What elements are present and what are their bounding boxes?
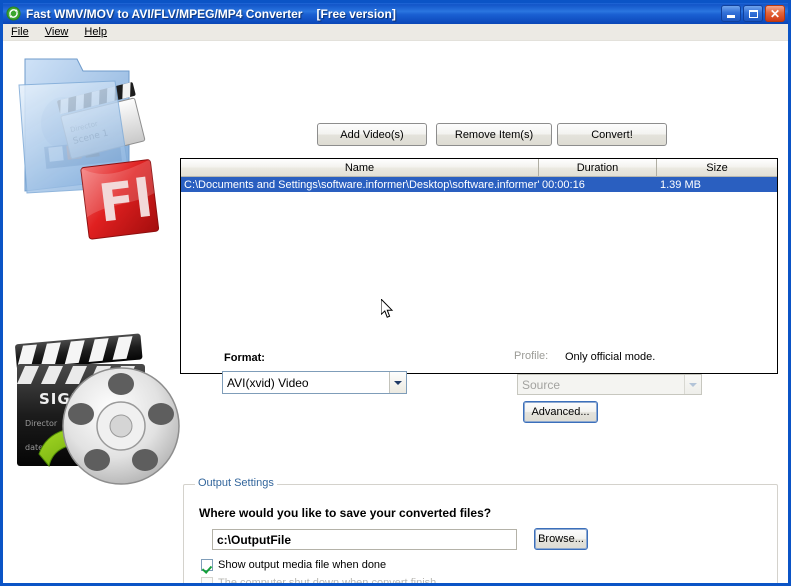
file-list-header: Name Duration Size [181, 159, 777, 177]
video-folder-flash-icon: Director Scene 1 Fl [11, 51, 171, 241]
file-list[interactable]: Name Duration Size C:\Documents and Sett… [180, 158, 778, 374]
checkbox-shutdown [201, 577, 213, 583]
client-area: Director Scene 1 Fl [3, 41, 788, 583]
close-icon: ✕ [769, 6, 781, 21]
cell-duration: 00:00:16 [542, 178, 585, 191]
maximize-button[interactable] [743, 5, 763, 22]
window-title-suffix: [Free version] [316, 6, 396, 21]
profile-select-value: Source [522, 377, 561, 392]
chevron-down-icon-profile[interactable] [684, 375, 701, 394]
checkbox-show-output-label: Show output media file when done [218, 559, 387, 571]
checkbox-shutdown-label: The computer shut down when convert fini… [218, 577, 437, 586]
close-button[interactable]: ✕ [765, 5, 785, 22]
menu-item-help[interactable]: Help [76, 25, 115, 39]
profile-note: Only official mode. [565, 351, 656, 363]
format-select[interactable]: AVI(xvid) Video [222, 371, 407, 394]
maximize-icon [748, 9, 758, 18]
menu-item-file-label: File [11, 26, 29, 38]
minimize-button[interactable] [721, 5, 741, 22]
profile-select[interactable]: Source [517, 374, 702, 395]
cell-size: 1.39 MB [660, 178, 701, 191]
output-question-label: Where would you like to save your conver… [199, 506, 492, 520]
window-controls: ✕ [721, 5, 788, 22]
window-title: Fast WMV/MOV to AVI/FLV/MPEG/MP4 Convert… [26, 6, 303, 21]
format-select-value: AVI(xvid) Video [227, 375, 309, 390]
menu-item-file[interactable]: File [3, 25, 37, 39]
menu-item-view-label: View [44, 26, 69, 38]
application-window: Fast WMV/MOV to AVI/FLV/MPEG/MP4 Convert… [0, 0, 791, 586]
show-output-checkbox-row[interactable]: Show output media file when done [201, 559, 386, 571]
menu-bar: File View Help [3, 24, 788, 41]
menu-item-help-label: Help [84, 26, 108, 38]
cell-name: C:\Documents and Settings\software.infor… [184, 178, 539, 191]
remove-items-button[interactable]: Remove Item(s) [436, 123, 552, 146]
browse-button[interactable]: Browse... [534, 528, 588, 550]
advanced-button[interactable]: Advanced... [523, 401, 598, 423]
profile-label: Profile: [514, 350, 549, 362]
title-bar: Fast WMV/MOV to AVI/FLV/MPEG/MP4 Convert… [3, 3, 788, 24]
svg-text:Fl: Fl [96, 169, 156, 235]
output-settings-title: Output Settings [195, 477, 277, 489]
minimize-icon [727, 15, 735, 18]
chevron-down-icon[interactable] [389, 372, 406, 393]
column-header-size[interactable]: Size [657, 159, 777, 176]
menu-item-view[interactable]: View [37, 25, 77, 39]
output-path-input[interactable]: c:\OutputFile [212, 529, 517, 550]
convert-arrows-icon [6, 6, 21, 21]
checkbox-show-output[interactable] [201, 559, 213, 571]
shutdown-checkbox-row: The computer shut down when convert fini… [201, 577, 437, 586]
column-header-name[interactable]: Name [181, 159, 539, 176]
table-row[interactable]: C:\Documents and Settings\software.infor… [181, 177, 777, 192]
format-label: Format: [224, 352, 265, 364]
svg-text:Director: Director [25, 419, 58, 428]
convert-button[interactable]: Convert! [557, 123, 667, 146]
column-header-duration[interactable]: Duration [539, 159, 657, 176]
add-videos-button[interactable]: Add Video(s) [317, 123, 427, 146]
clapperboard-film-reel-icon: SIGMA FILM Director j date [9, 326, 189, 521]
